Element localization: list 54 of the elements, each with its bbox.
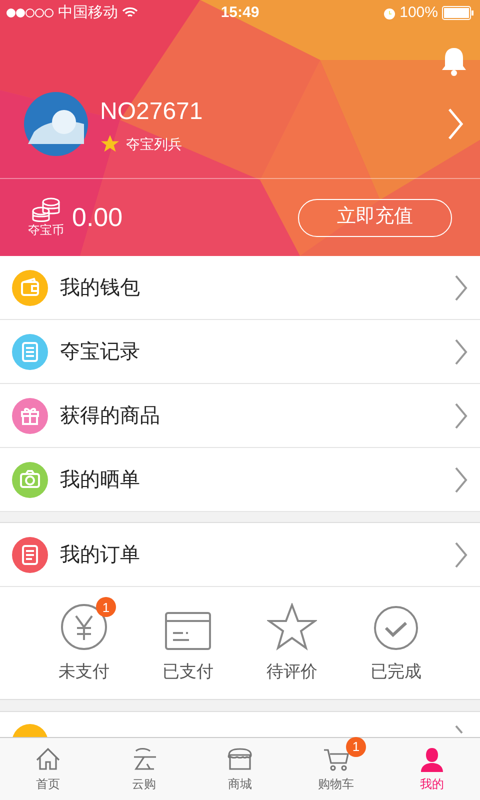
profile-row[interactable]: NO27671 夺宝列兵	[0, 92, 480, 156]
tab-item[interactable]: 云购	[96, 738, 192, 800]
tab-label: 云购	[132, 776, 156, 793]
chevron-icon	[454, 338, 468, 366]
wifi-icon	[122, 7, 138, 19]
battery-percent: 100%	[400, 2, 438, 23]
carrier-name: 中国移动	[58, 2, 118, 23]
menu-label: 我的订单	[60, 542, 141, 568]
rank-label: 夺宝列兵	[126, 134, 182, 154]
menu-label: 我的晒单	[60, 468, 141, 492]
star-icon	[100, 134, 120, 154]
status-label: 已完成	[370, 661, 422, 684]
bell-icon[interactable]	[440, 46, 468, 76]
avatar	[24, 92, 88, 156]
count-badge: 1	[346, 737, 366, 757]
chevron-icon	[454, 402, 468, 430]
tab-label: 我的	[420, 776, 444, 793]
tab-item[interactable]: 首页	[0, 738, 96, 800]
card-icon	[164, 611, 212, 652]
status-label: 已支付	[162, 661, 214, 684]
yen-icon	[60, 603, 108, 652]
menu-label: 夺宝记录	[60, 340, 141, 364]
signal-icon	[6, 8, 54, 18]
count-badge: 1	[96, 597, 116, 618]
chevron-icon	[447, 107, 464, 141]
shop-icon	[226, 745, 254, 773]
check-icon	[373, 605, 419, 652]
chevron-icon	[454, 466, 468, 494]
order-status[interactable]: 已完成	[356, 601, 436, 685]
tab-item[interactable]: 1 购物车	[288, 738, 384, 800]
alarm-icon	[382, 6, 396, 20]
tab-label: 商城	[228, 776, 252, 793]
coins-icon	[31, 196, 61, 222]
menu-label: 获得的商品	[60, 404, 161, 428]
house-icon	[34, 745, 62, 773]
coin-label: 夺宝币	[28, 222, 64, 238]
status-label: 未支付	[58, 661, 110, 684]
order-status[interactable]: 待评价	[252, 601, 332, 685]
clock-time: 15:49	[220, 2, 260, 23]
chevron-icon	[454, 274, 468, 302]
status-label: 待评价	[266, 661, 318, 684]
tab-item[interactable]: 我的	[384, 738, 480, 800]
tab-label: 首页	[36, 776, 60, 793]
battery-icon	[442, 6, 474, 20]
tab-item[interactable]: 商城	[192, 738, 288, 800]
menu-label: 我的钱包	[60, 276, 141, 300]
order-status[interactable]: 已支付	[148, 601, 228, 685]
chevron-icon	[454, 540, 468, 568]
user-icon	[418, 745, 446, 773]
help-icon	[12, 724, 48, 737]
tab-label: 购物车	[318, 776, 354, 793]
user-id: NO27671	[100, 96, 204, 126]
coin-balance: 0.00	[72, 201, 124, 234]
star-icon	[267, 603, 317, 652]
